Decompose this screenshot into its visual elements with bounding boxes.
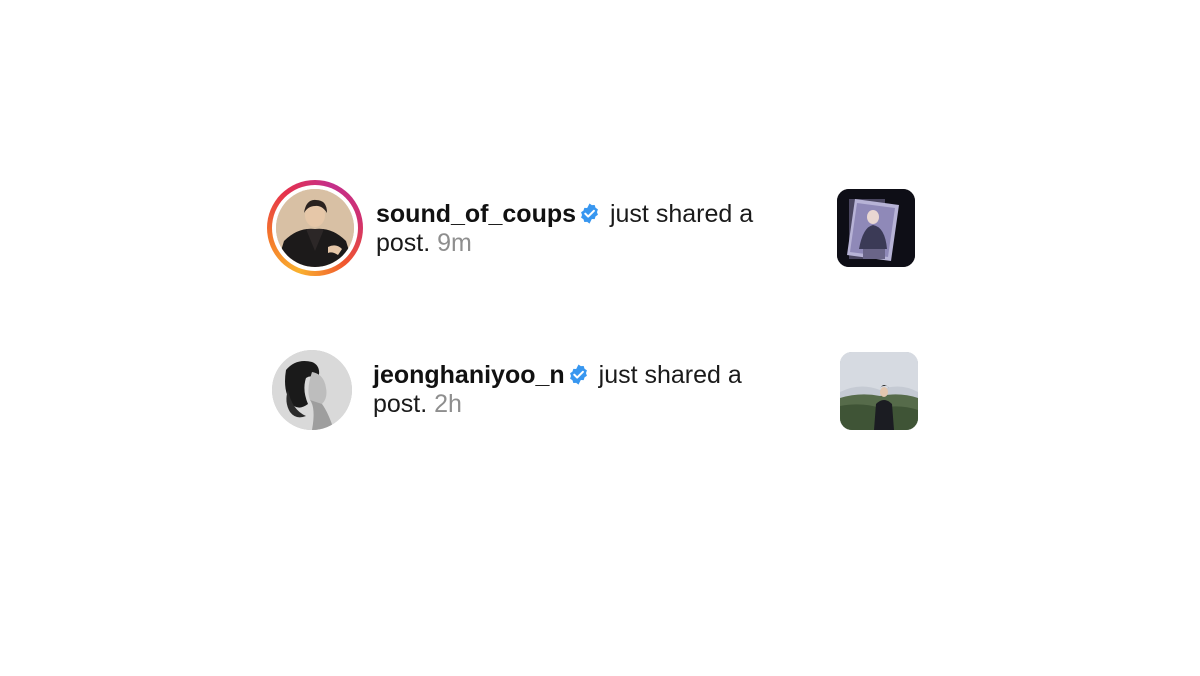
notification-text: sound_of_coups just shared a post. 9m [376,200,776,258]
avatar[interactable] [272,350,352,430]
verified-badge-icon [578,202,601,225]
post-thumbnail[interactable] [840,352,918,430]
avatar-photo [276,189,354,267]
post-thumbnail-photo [840,352,918,430]
notification-item[interactable]: jeonghaniyoo_n just shared a post. 2h [0,340,1200,440]
post-thumbnail[interactable] [837,189,915,267]
post-thumbnail-photo [837,189,915,267]
timestamp: 9m [437,229,472,257]
username[interactable]: jeonghaniyoo_n [373,361,565,389]
timestamp: 2h [434,390,462,418]
avatar-photo [272,350,352,430]
verified-badge-icon [567,363,590,386]
story-ring[interactable] [267,180,363,276]
notification-text: jeonghaniyoo_n just shared a post. 2h [373,361,773,419]
avatar-container[interactable] [272,350,352,430]
notification-item[interactable]: sound_of_coups just shared a post. 9m [0,178,1200,278]
avatar[interactable] [276,189,354,267]
username[interactable]: sound_of_coups [376,200,576,228]
